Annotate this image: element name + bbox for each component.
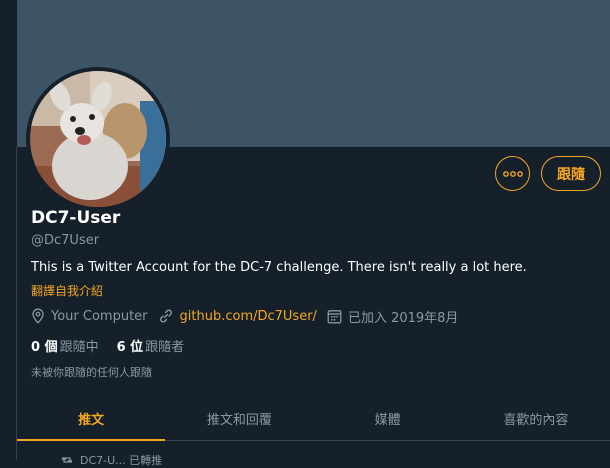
tab-likes[interactable]: 喜歡的內容 <box>462 396 610 440</box>
following-count: 0 個 <box>31 340 58 355</box>
tab-media[interactable]: 媒體 <box>314 396 462 440</box>
profile-meta: Your Computer github.com/Dc7User/ 已加入 20… <box>31 306 468 326</box>
followers-label: 跟隨者 <box>145 340 185 355</box>
followers-count-link[interactable]: 6 位跟隨者 <box>117 336 185 355</box>
profile-handle: @Dc7User <box>31 233 100 248</box>
translate-bio-link[interactable]: 翻譯自我介紹 <box>31 282 103 299</box>
retweet-text: DC7-U... 已轉推 <box>80 454 163 467</box>
avatar-dog-photo <box>30 71 166 207</box>
joined-item: 已加入 2019年8月 <box>327 307 459 326</box>
tab-tweets-and-replies[interactable]: 推文和回覆 <box>165 396 313 440</box>
tab-tweets[interactable]: 推文 <box>17 396 166 441</box>
joined-text: 已加入 2019年8月 <box>347 310 459 326</box>
left-gutter <box>0 0 16 460</box>
more-dots-icon <box>502 170 523 177</box>
more-options-button[interactable] <box>495 156 530 191</box>
following-label: 跟隨中 <box>59 340 99 355</box>
profile-bio: This is a Twitter Account for the DC-7 c… <box>31 260 527 275</box>
not-followed-note: 未被你跟隨的任何人跟隨 <box>31 366 152 379</box>
location-item: Your Computer <box>31 308 148 324</box>
follow-button[interactable]: 跟隨 <box>541 156 601 191</box>
location-text: Your Computer <box>51 308 148 324</box>
link-icon <box>159 309 172 323</box>
profile-name: DC7-User <box>31 208 121 228</box>
avatar[interactable] <box>26 67 170 211</box>
website-item: github.com/Dc7User/ <box>158 308 317 324</box>
followers-count: 6 位 <box>116 340 144 355</box>
following-count-link[interactable]: 0 個跟隨中 <box>31 336 99 355</box>
profile-tabs: 推文 推文和回覆 媒體 喜歡的內容 <box>17 396 610 441</box>
retweet-icon <box>61 457 73 463</box>
calendar-icon <box>327 309 342 323</box>
retweet-indicator: DC7-U... 已轉推 <box>60 452 162 468</box>
location-pin-icon <box>32 308 44 324</box>
website-link[interactable]: github.com/Dc7User/ <box>180 309 317 324</box>
follow-counts: 0 個跟隨中 6 位跟隨者 <box>31 336 202 355</box>
